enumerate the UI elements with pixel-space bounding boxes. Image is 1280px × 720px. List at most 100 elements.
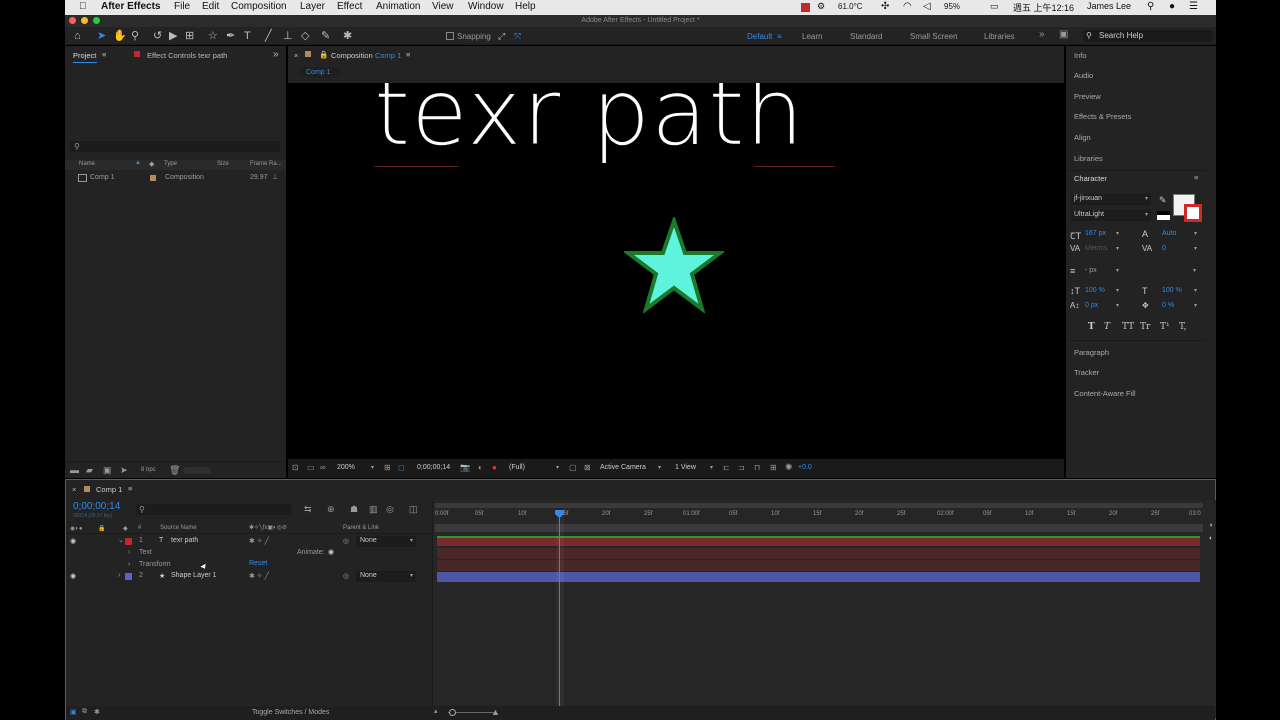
- flowchart-icon[interactable]: ⊥: [272, 173, 278, 181]
- all-caps-button[interactable]: TT: [1122, 322, 1134, 332]
- motion-blur-icon[interactable]: ◎: [386, 504, 394, 515]
- comp-mini-flowchart-icon[interactable]: ⇆: [304, 504, 312, 515]
- small-caps-button[interactable]: Tr: [1140, 322, 1150, 332]
- panel-audio[interactable]: Audio: [1074, 71, 1093, 80]
- panel-paragraph[interactable]: Paragraph: [1074, 348, 1109, 357]
- col-frame-rate[interactable]: Frame Ra...: [250, 161, 282, 167]
- snapping-checkbox[interactable]: [446, 32, 454, 40]
- zoom-in-icon[interactable]: ▲: [491, 707, 500, 717]
- snapshot-icon[interactable]: 📷: [460, 463, 470, 472]
- tab-timeline-comp[interactable]: Comp 1: [96, 485, 122, 494]
- workspace-standard[interactable]: Standard: [850, 32, 882, 41]
- status-icon[interactable]: ⚙: [817, 1, 825, 12]
- col-size[interactable]: Size: [217, 161, 229, 167]
- modes-pane-icon[interactable]: ⧉: [82, 708, 87, 716]
- wifi-icon[interactable]: ◠: [903, 1, 912, 12]
- clock[interactable]: 週五 上午12:16: [1013, 1, 1074, 14]
- rotate-tool-icon[interactable]: ↺: [153, 30, 162, 42]
- new-folder-icon[interactable]: ▰: [86, 465, 93, 476]
- thumbnail-slider[interactable]: [183, 467, 211, 474]
- layer-bar-1[interactable]: [437, 536, 1200, 546]
- render-queue-icon[interactable]: ➤: [120, 465, 128, 476]
- tab-composition-prefix[interactable]: Composition: [331, 51, 373, 60]
- col-type[interactable]: Type: [164, 161, 177, 167]
- label-col-icon[interactable]: ◆: [123, 525, 128, 532]
- volume-icon[interactable]: ◁: [923, 1, 931, 12]
- app-menu[interactable]: After Effects: [101, 1, 160, 12]
- transparency-grid-icon[interactable]: ⊠: [584, 463, 591, 472]
- expand-chevron-icon[interactable]: ⌄: [118, 536, 124, 544]
- av-features-icon[interactable]: ◉◐●: [70, 525, 82, 532]
- expand-chevron-icon[interactable]: ›: [128, 561, 130, 568]
- no-fill-swatch[interactable]: [1157, 211, 1170, 220]
- status-app-icon[interactable]: [801, 3, 810, 12]
- temp-readout[interactable]: 61.0°C: [838, 2, 863, 11]
- label-col-icon[interactable]: ◆: [149, 160, 154, 168]
- more-workspaces-icon[interactable]: »: [1039, 29, 1045, 40]
- comp-subtab[interactable]: Comp 1: [300, 67, 340, 78]
- zoom-tool-icon[interactable]: ⚲: [131, 30, 139, 42]
- panel-align[interactable]: Align: [1074, 133, 1091, 142]
- stroke-color-swatch[interactable]: [1184, 204, 1202, 222]
- reset-link[interactable]: Reset: [249, 560, 267, 567]
- timeline-end-icon[interactable]: ◗: [1209, 522, 1213, 529]
- siri-icon[interactable]: ●: [1169, 1, 1175, 12]
- clone-stamp-tool-icon[interactable]: ⊥: [283, 30, 293, 42]
- leading-value[interactable]: Auto: [1162, 230, 1176, 237]
- workspace-menu-icon[interactable]: ≡: [777, 32, 782, 41]
- timeline-graph-area[interactable]: 0:00f 05f 10f 15f 20f 25f 01:00f 05f 10f…: [432, 500, 1216, 718]
- vertical-scale-value[interactable]: 100 %: [1085, 287, 1105, 294]
- bpc-label[interactable]: 8 bpc: [141, 467, 156, 473]
- font-size-value[interactable]: 167 px: [1085, 230, 1106, 237]
- zoom-window-icon[interactable]: [93, 17, 100, 24]
- comp-menu-icon[interactable]: ≡: [406, 50, 410, 59]
- work-area-bar[interactable]: [435, 524, 1203, 532]
- exposure-value[interactable]: +0.0: [798, 464, 812, 471]
- menu-view[interactable]: View: [432, 1, 454, 12]
- show-snapshot-icon[interactable]: ◐: [478, 463, 483, 472]
- hand-tool-icon[interactable]: ✋: [113, 30, 127, 42]
- text-layer[interactable]: texr path: [374, 83, 805, 167]
- menu-effect[interactable]: Effect: [337, 1, 362, 12]
- layer-row-1[interactable]: ◉ ⌄ 1 T texr path ✱ ✧ ╱ ◎ None ▾: [66, 536, 432, 547]
- faux-italic-button[interactable]: T: [1104, 322, 1110, 332]
- lock-col-icon[interactable]: 🔒: [98, 525, 105, 532]
- layer-marker-icon[interactable]: ◐: [1209, 535, 1213, 542]
- fan-icon[interactable]: ✣: [881, 1, 889, 12]
- tsume-value[interactable]: 0 %: [1162, 302, 1174, 309]
- baseline-shift-value[interactable]: 0 px: [1085, 302, 1098, 309]
- in-out-pane-icon[interactable]: ✱: [94, 708, 100, 716]
- fast-draft-icon[interactable]: ⊐: [738, 463, 745, 472]
- visibility-icon[interactable]: ◉: [70, 537, 76, 545]
- vr-icon[interactable]: ∞: [320, 463, 326, 472]
- font-style-select[interactable]: UltraLight ▾: [1071, 210, 1151, 221]
- home-icon[interactable]: ⌂: [74, 30, 81, 42]
- parent-select[interactable]: None ▾: [356, 536, 416, 547]
- layer-label-swatch[interactable]: [125, 538, 132, 545]
- parent-link-col[interactable]: Parent & Link: [343, 525, 379, 531]
- viewer-timecode[interactable]: 0;00;00;14: [417, 464, 450, 471]
- panel-libraries[interactable]: Libraries: [1074, 154, 1103, 163]
- stroke-width-value[interactable]: - px: [1085, 267, 1097, 274]
- character-title[interactable]: Character: [1074, 174, 1107, 183]
- close-tab-icon[interactable]: ×: [294, 51, 298, 60]
- time-ruler[interactable]: 0:00f 05f 10f 15f 20f 25f 01:00f 05f 10f…: [435, 510, 1203, 521]
- graph-editor-icon[interactable]: ◫: [409, 504, 418, 515]
- menu-layer[interactable]: Layer: [300, 1, 325, 12]
- font-family-select[interactable]: jf-jinxuan ▾: [1071, 194, 1151, 205]
- always-preview-icon[interactable]: ⊡: [292, 463, 299, 472]
- visibility-icon[interactable]: ◉: [70, 572, 76, 580]
- layer-label-swatch[interactable]: [125, 573, 132, 580]
- time-navigator[interactable]: [435, 503, 1203, 508]
- tab-composition-name[interactable]: Comp 1: [375, 51, 401, 60]
- draft-3d-icon[interactable]: ⊕: [327, 504, 335, 515]
- camera-tool-icon[interactable]: ▶: [169, 30, 177, 42]
- horizontal-scale-value[interactable]: 100 %: [1162, 287, 1182, 294]
- star-shape-layer[interactable]: [624, 217, 724, 313]
- layer-switches-pane-icon[interactable]: ▣: [70, 708, 77, 716]
- pickwhip-icon[interactable]: ◎: [343, 572, 349, 580]
- workspace-libraries[interactable]: Libraries: [984, 32, 1015, 41]
- interpret-footage-icon[interactable]: ▬: [70, 465, 79, 475]
- type-tool-icon[interactable]: T: [244, 30, 251, 42]
- zoom-select[interactable]: 200%: [337, 464, 355, 471]
